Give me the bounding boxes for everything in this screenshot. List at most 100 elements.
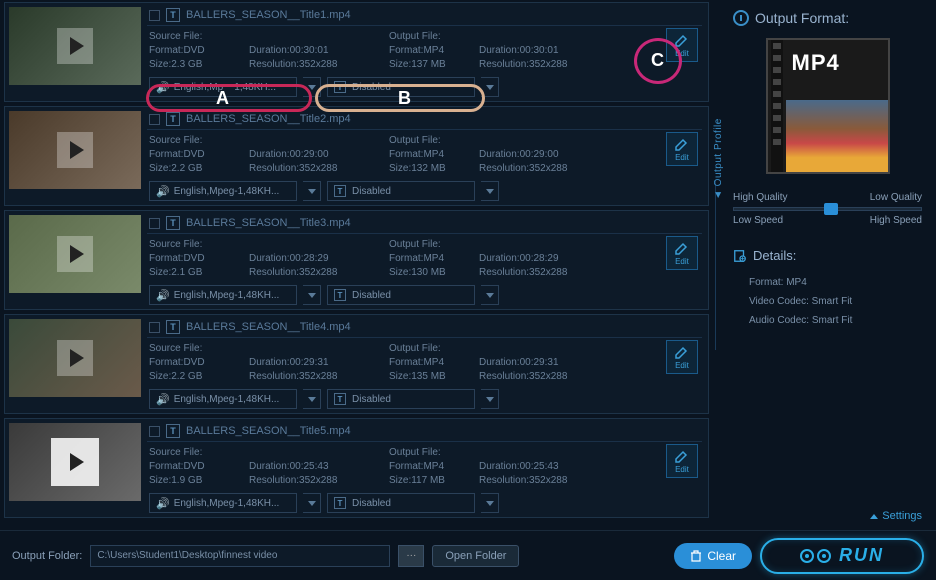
subtitle-dropdown[interactable]: TDisabled [327, 389, 475, 409]
output-file-label: Output File: [389, 30, 479, 44]
source-resolution: Resolution:352x288 [249, 58, 389, 72]
detail-format: Format: MP4 [733, 273, 922, 292]
play-icon[interactable] [57, 28, 93, 64]
audio-dropdown-caret[interactable] [303, 181, 321, 201]
source-resolution: Resolution:352x288 [249, 474, 389, 488]
audio-dropdown-caret[interactable] [303, 77, 321, 97]
output-format: Format:MP4 [389, 44, 479, 58]
subtitle-dropdown-caret[interactable] [481, 77, 499, 97]
conversion-item[interactable]: TBALLERS_SEASON__Title3.mp4Source File:F… [4, 210, 709, 310]
source-file-label: Source File: [149, 134, 249, 148]
subtitle-dropdown-caret[interactable] [481, 181, 499, 201]
disc-icon [817, 549, 831, 563]
edit-button[interactable]: Edit [666, 28, 698, 62]
audio-dropdown-caret[interactable] [303, 493, 321, 513]
item-title: BALLERS_SEASON__Title2.mp4 [186, 113, 351, 125]
details-title: Details: [733, 248, 922, 263]
item-checkbox[interactable] [149, 114, 160, 125]
speaker-icon: 🔊 [156, 185, 170, 198]
video-thumbnail[interactable] [9, 319, 141, 397]
slider-thumb[interactable] [824, 203, 838, 215]
source-size: Size:1.9 GB [149, 474, 249, 488]
subtitle-dropdown-caret[interactable] [481, 493, 499, 513]
item-checkbox[interactable] [149, 10, 160, 21]
item-checkbox[interactable] [149, 322, 160, 333]
audio-track-dropdown[interactable]: 🔊English,Mpeg-1,48KH... [149, 285, 297, 305]
chevron-down-icon [486, 85, 494, 90]
output-format-preview[interactable]: MP4 [766, 38, 890, 174]
run-button[interactable]: RUN [760, 538, 924, 574]
settings-link[interactable]: Settings [870, 510, 922, 522]
source-file-label: Source File: [149, 238, 249, 252]
audio-track-dropdown[interactable]: 🔊English,Mpeg-1,48KH... [149, 389, 297, 409]
audio-dropdown-caret[interactable] [303, 285, 321, 305]
source-format: Format:DVD [149, 148, 249, 162]
edit-button[interactable]: Edit [666, 340, 698, 374]
source-duration: Duration:00:25:43 [249, 460, 389, 474]
item-checkbox[interactable] [149, 426, 160, 437]
video-thumbnail[interactable] [9, 7, 141, 85]
format-label: MP4 [792, 50, 840, 76]
speaker-icon: 🔊 [156, 393, 170, 406]
conversion-item[interactable]: TBALLERS_SEASON__Title1.mp4Source File:F… [4, 2, 709, 102]
title-icon: T [166, 8, 180, 22]
edit-icon [674, 448, 690, 464]
chevron-down-icon [308, 189, 316, 194]
edit-button[interactable]: Edit [666, 236, 698, 270]
output-file-label: Output File: [389, 342, 479, 356]
video-thumbnail[interactable] [9, 111, 141, 189]
subtitle-dropdown[interactable]: TDisabled [327, 285, 475, 305]
conversion-item[interactable]: TBALLERS_SEASON__Title5.mp4Source File:F… [4, 418, 709, 518]
edit-icon [674, 240, 690, 256]
edit-icon [674, 32, 690, 48]
source-resolution: Resolution:352x288 [249, 266, 389, 280]
output-size: Size:137 MB [389, 58, 479, 72]
edit-button[interactable]: Edit [666, 132, 698, 166]
item-title: BALLERS_SEASON__Title5.mp4 [186, 425, 351, 437]
bottom-bar: Output Folder: ··· Open Folder Clear RUN [0, 530, 936, 580]
conversion-item[interactable]: TBALLERS_SEASON__Title4.mp4Source File:F… [4, 314, 709, 414]
video-thumbnail[interactable] [9, 215, 141, 293]
conversion-list[interactable]: TBALLERS_SEASON__Title1.mp4Source File:F… [0, 0, 715, 530]
video-thumbnail[interactable] [9, 423, 141, 501]
output-file-label: Output File: [389, 238, 479, 252]
chevron-down-icon [308, 293, 316, 298]
source-size: Size:2.2 GB [149, 162, 249, 176]
subtitle-dropdown[interactable]: TDisabled [327, 181, 475, 201]
source-format: Format:DVD [149, 252, 249, 266]
chevron-down-icon [486, 501, 494, 506]
edit-icon [674, 344, 690, 360]
play-icon[interactable] [57, 340, 93, 376]
output-size: Size:132 MB [389, 162, 479, 176]
output-profile-tab[interactable]: ◄ Output Profile [713, 118, 724, 200]
trash-icon [690, 550, 702, 562]
quality-slider[interactable] [733, 207, 922, 211]
subtitle-dropdown[interactable]: TDisabled [327, 493, 475, 513]
clear-button[interactable]: Clear [674, 543, 752, 569]
output-size: Size:135 MB [389, 370, 479, 384]
subtitle-dropdown[interactable]: TDisabled [327, 77, 475, 97]
chevron-down-icon [486, 189, 494, 194]
browse-button[interactable]: ··· [398, 545, 424, 567]
source-resolution: Resolution:352x288 [249, 370, 389, 384]
edit-button[interactable]: Edit [666, 444, 698, 478]
audio-dropdown-caret[interactable] [303, 389, 321, 409]
output-file-label: Output File: [389, 134, 479, 148]
output-size: Size:117 MB [389, 474, 479, 488]
play-icon[interactable] [51, 438, 99, 486]
audio-track-dropdown[interactable]: 🔊English,Mpeg-1,48KH... [149, 493, 297, 513]
audio-track-dropdown[interactable]: 🔊English,Mpeg-1,48KH... [149, 181, 297, 201]
subtitle-dropdown-caret[interactable] [481, 389, 499, 409]
audio-track-dropdown[interactable]: 🔊English,Mp 1,48KH... [149, 77, 297, 97]
subtitle-dropdown-caret[interactable] [481, 285, 499, 305]
item-checkbox[interactable] [149, 218, 160, 229]
play-icon[interactable] [57, 132, 93, 168]
open-folder-button[interactable]: Open Folder [432, 545, 519, 567]
output-folder-input[interactable] [90, 545, 390, 567]
source-size: Size:2.1 GB [149, 266, 249, 280]
play-icon[interactable] [57, 236, 93, 272]
speaker-icon: 🔊 [156, 497, 170, 510]
low-speed-label: Low Speed [733, 215, 783, 226]
output-format-title: Output Format: [733, 10, 922, 26]
conversion-item[interactable]: TBALLERS_SEASON__Title2.mp4Source File:F… [4, 106, 709, 206]
